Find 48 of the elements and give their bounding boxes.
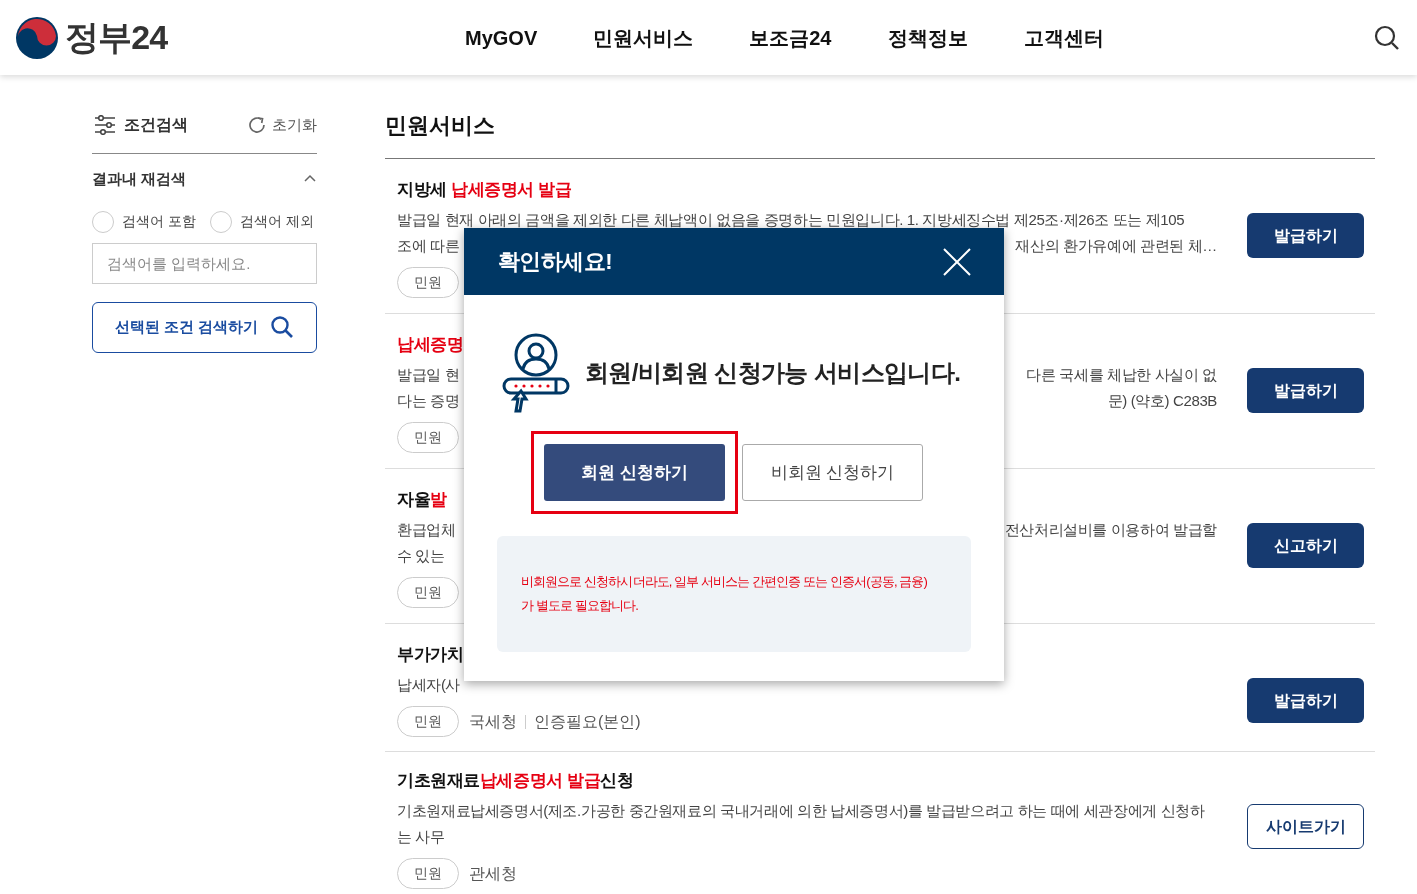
radio-label[interactable]: 검색어 제외	[239, 211, 314, 232]
agency-text: 관세청	[469, 863, 517, 884]
close-icon[interactable]	[942, 246, 972, 277]
item-title[interactable]: 지방세 납세증명서 발급	[397, 177, 1217, 203]
nav-link[interactable]: 보조금24	[749, 22, 832, 53]
action-button[interactable]: 발급하기	[1247, 368, 1364, 413]
nav-link[interactable]: 민원서비스	[593, 22, 694, 53]
action-button[interactable]: 신고하기	[1247, 523, 1364, 568]
action-button[interactable]: 발급하기	[1247, 678, 1364, 723]
item-description: 다는 증명	[397, 391, 460, 411]
action-button[interactable]: 사이트가기	[1247, 804, 1364, 849]
user-login-icon	[501, 333, 571, 413]
radio-label[interactable]: 검색어 포함	[122, 211, 196, 232]
action-button[interactable]: 발급하기	[1247, 213, 1364, 258]
filter-icon	[94, 115, 116, 135]
agency-text: 인증필요(본인)	[534, 711, 641, 732]
search-button[interactable]: 선택된 조건 검색하기	[92, 301, 317, 353]
page-heading: 민원서비스	[385, 109, 1375, 159]
section-title: 결과내 재검색	[92, 169, 187, 189]
refresh-icon	[247, 115, 267, 135]
nav-link[interactable]: 정책정보	[887, 22, 968, 53]
logo-text[interactable]: 정부24	[65, 12, 168, 63]
item-description: 문) (약호) C283B	[1107, 391, 1217, 411]
item-description: 조에 따른	[397, 236, 460, 256]
nav-link[interactable]: 고객센터	[1023, 22, 1104, 53]
item-description: 수 있는	[397, 546, 445, 566]
item-title[interactable]: 기초원재료납세증명서 발급신청	[397, 768, 1217, 794]
logo-icon	[15, 15, 59, 60]
nav-link[interactable]: MyGOV	[465, 22, 538, 53]
dialog-button[interactable]: 비회원 신청하기	[742, 444, 923, 501]
item-description: 발급일 현	[397, 365, 460, 385]
item-description: 다른 국세를 체납한 사실이 없	[1026, 365, 1217, 385]
item-description: 발급일 현재 아래의 금액을 제외한 다른 체납액이 없음을 증명하는 민원입니다. 1. 지방세징수법 제25조·제26조 또는 제105	[397, 210, 1185, 230]
item-description: 기초원재료납세증명서(제조.가공한 중간원재료의 국내거래에 의한 납세증명서)를 발급받으려고 하는 때에 세관장에게 신청하는 사무	[397, 801, 1206, 847]
dialog-message: 회원/비회원 신청가능 서비스입니다.	[585, 358, 961, 388]
sidebar-title: 조건검색	[124, 115, 188, 135]
agency-text: 국세청	[469, 711, 517, 732]
item-description: 전산처리설비를 이용하여 발급할	[1004, 520, 1217, 540]
notice-text: 비회원으로 신청하시더라도, 일부 서비스는 간편인증 또는 인증서(공동, 금융) 가 별도로 필요합니다.	[521, 573, 927, 615]
search-icon	[270, 315, 295, 339]
reset-button[interactable]: 초기화	[247, 113, 317, 137]
item-description: 납세자(사	[397, 675, 461, 695]
search-icon[interactable]	[1374, 24, 1400, 51]
dialog-button[interactable]: 회원 신청하기	[544, 444, 725, 501]
search-field[interactable]: 검색어를 입력하세요.	[92, 242, 317, 284]
item-description: 환급업체	[397, 520, 456, 540]
item-description: 재산의 환가유예에 관련된 체…	[1015, 236, 1217, 256]
dialog-title: 확인하세요!	[498, 248, 613, 276]
